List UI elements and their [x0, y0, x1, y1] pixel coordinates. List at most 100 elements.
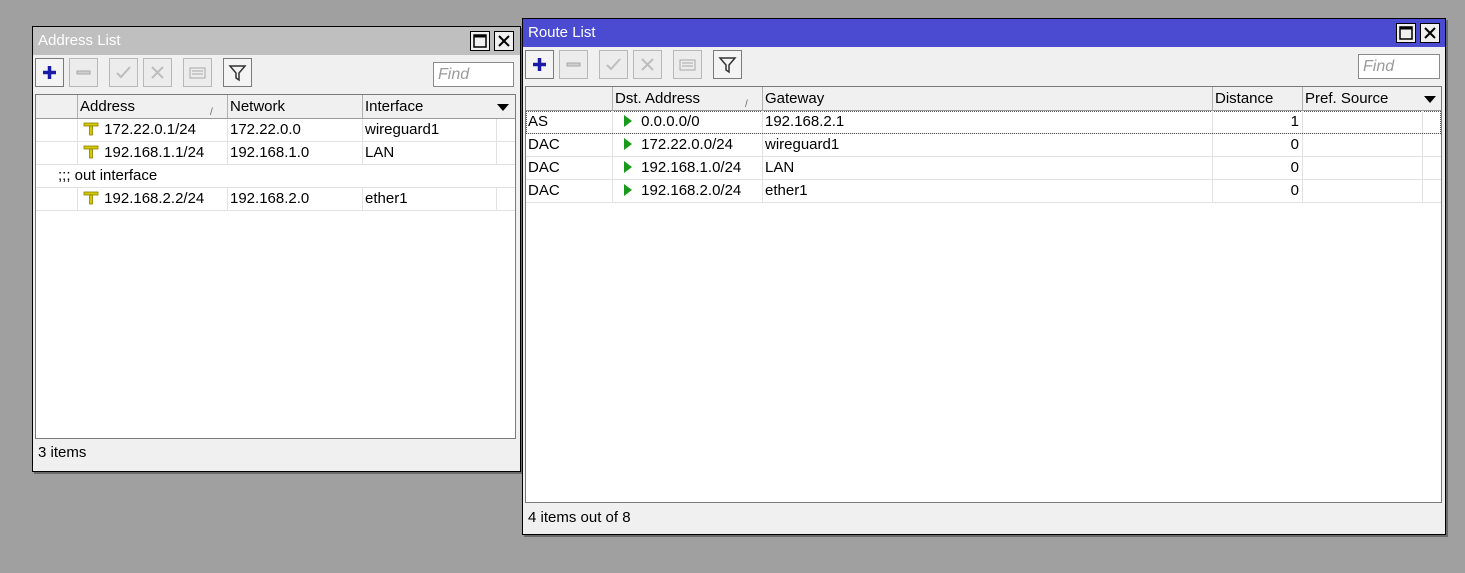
comment-row[interactable]: ;;; out interface [36, 165, 515, 188]
comment-button[interactable] [183, 58, 212, 87]
window-title: Route List [528, 24, 596, 41]
dst-address-cell: 192.168.1.0/24 [613, 157, 763, 179]
status-text: 3 items [38, 444, 87, 461]
remove-button[interactable] [69, 58, 98, 87]
route-list-titlebar[interactable]: Route List [523, 19, 1445, 47]
flags-cell: DAC [526, 157, 613, 179]
table-row[interactable]: DAC 172.22.0.0/24 wireguard1 0 [526, 134, 1441, 157]
close-button[interactable] [494, 31, 514, 51]
address-list-window[interactable]: Address List Find Address / Network Inte… [32, 26, 521, 472]
gateway-cell: ether1 [763, 180, 1213, 202]
find-input[interactable]: Find [433, 62, 514, 87]
distance-cell: 0 [1213, 157, 1303, 179]
address-toolbar: Find [33, 58, 520, 92]
distance-cell: 0 [1213, 134, 1303, 156]
status-text: 4 items out of 8 [528, 509, 631, 526]
comment-text: ;;; out interface [58, 167, 158, 184]
column-flags-header[interactable] [526, 87, 613, 110]
route-toolbar: Find [523, 50, 1445, 84]
add-icon [533, 58, 546, 71]
enable-button[interactable] [599, 50, 628, 79]
find-input[interactable]: Find [1358, 54, 1440, 79]
table-row[interactable]: AS 0.0.0.0/0 192.168.2.1 1 [526, 111, 1441, 134]
column-label: Dst. Address [615, 90, 701, 107]
close-button[interactable] [1420, 23, 1440, 43]
distance-cell: 1 [1213, 111, 1303, 133]
column-menu-chevron-icon[interactable] [495, 100, 511, 116]
column-distance-header[interactable]: Distance [1213, 87, 1303, 110]
address-list-titlebar[interactable]: Address List [33, 27, 520, 55]
column-label: Address [80, 98, 136, 115]
dst-address-text: 192.168.2.0/24 [641, 182, 742, 199]
table-row[interactable]: 192.168.2.2/24 192.168.2.0 ether1 [36, 188, 515, 211]
table-row[interactable]: 192.168.1.1/24 192.168.1.0 LAN [36, 142, 515, 165]
network-cell: 172.22.0.0 [228, 119, 363, 141]
add-button[interactable] [35, 58, 64, 87]
maximize-icon [1399, 26, 1413, 40]
enable-button[interactable] [109, 58, 138, 87]
address-icon [83, 122, 99, 136]
column-address-header[interactable]: Address / [78, 95, 228, 118]
table-row[interactable]: 172.22.0.1/24 172.22.0.0 wireguard1 [36, 119, 515, 142]
address-cell: 172.22.0.1/24 [78, 119, 228, 141]
pref-source-cell [1303, 157, 1423, 179]
column-label: Interface [365, 98, 424, 115]
column-label: Distance [1215, 90, 1274, 107]
network-cell: 192.168.1.0 [228, 142, 363, 164]
disable-icon [151, 66, 164, 79]
table-row[interactable]: DAC 192.168.2.0/24 ether1 0 [526, 180, 1441, 203]
column-label: Network [230, 98, 286, 115]
dst-address-cell: 0.0.0.0/0 [613, 111, 763, 133]
close-icon [498, 35, 510, 47]
filter-button[interactable] [223, 58, 252, 87]
route-arrow-icon [624, 138, 632, 150]
dst-address-text: 0.0.0.0/0 [641, 113, 700, 130]
column-dst-address-header[interactable]: Dst. Address / [613, 87, 763, 110]
enable-icon [116, 66, 131, 79]
column-label: Pref. Source [1305, 90, 1389, 107]
route-table: Dst. Address / Gateway Distance Pref. Sou… [525, 86, 1442, 503]
column-interface-header[interactable]: Interface [363, 95, 515, 118]
maximize-button[interactable] [1396, 23, 1416, 43]
column-gateway-header[interactable]: Gateway [763, 87, 1213, 110]
address-table: Address / Network Interface 172.22.0.1/24… [35, 94, 516, 439]
address-text: 192.168.1.1/24 [104, 144, 205, 161]
pref-source-cell [1303, 180, 1423, 202]
disable-button[interactable] [633, 50, 662, 79]
filter-button[interactable] [713, 50, 742, 79]
address-cell: 192.168.1.1/24 [78, 142, 228, 164]
disable-button[interactable] [143, 58, 172, 87]
column-menu-chevron-icon[interactable] [1422, 92, 1438, 108]
dst-address-cell: 192.168.2.0/24 [613, 180, 763, 202]
window-title: Address List [38, 32, 121, 49]
column-label: Gateway [765, 90, 825, 107]
maximize-icon [473, 34, 487, 48]
remove-icon [76, 70, 91, 75]
column-flags-header[interactable] [36, 95, 78, 118]
status-bar: 3 items [33, 439, 520, 467]
route-list-window[interactable]: Route List Find Dst. Address / Gateway D… [522, 18, 1446, 535]
close-icon [1424, 27, 1436, 39]
dst-address-cell: 172.22.0.0/24 [613, 134, 763, 156]
table-header: Dst. Address / Gateway Distance Pref. Sou… [526, 87, 1441, 111]
add-button[interactable] [525, 50, 554, 79]
enable-icon [606, 58, 621, 71]
address-cell: 192.168.2.2/24 [78, 188, 228, 210]
table-header: Address / Network Interface [36, 95, 515, 119]
dst-address-text: 172.22.0.0/24 [641, 136, 733, 153]
comment-icon [679, 59, 696, 71]
address-icon [83, 191, 99, 205]
status-bar: 4 items out of 8 [523, 504, 1445, 532]
remove-button[interactable] [559, 50, 588, 79]
add-icon [43, 66, 56, 79]
address-text: 172.22.0.1/24 [104, 121, 196, 138]
flags-cell [36, 119, 78, 141]
comment-button[interactable] [673, 50, 702, 79]
interface-cell: LAN [363, 142, 497, 164]
maximize-button[interactable] [470, 31, 490, 51]
flags-cell [36, 188, 78, 210]
table-row[interactable]: DAC 192.168.1.0/24 LAN 0 [526, 157, 1441, 180]
column-network-header[interactable]: Network [228, 95, 363, 118]
network-cell: 192.168.2.0 [228, 188, 363, 210]
flags-cell: AS [526, 111, 613, 133]
